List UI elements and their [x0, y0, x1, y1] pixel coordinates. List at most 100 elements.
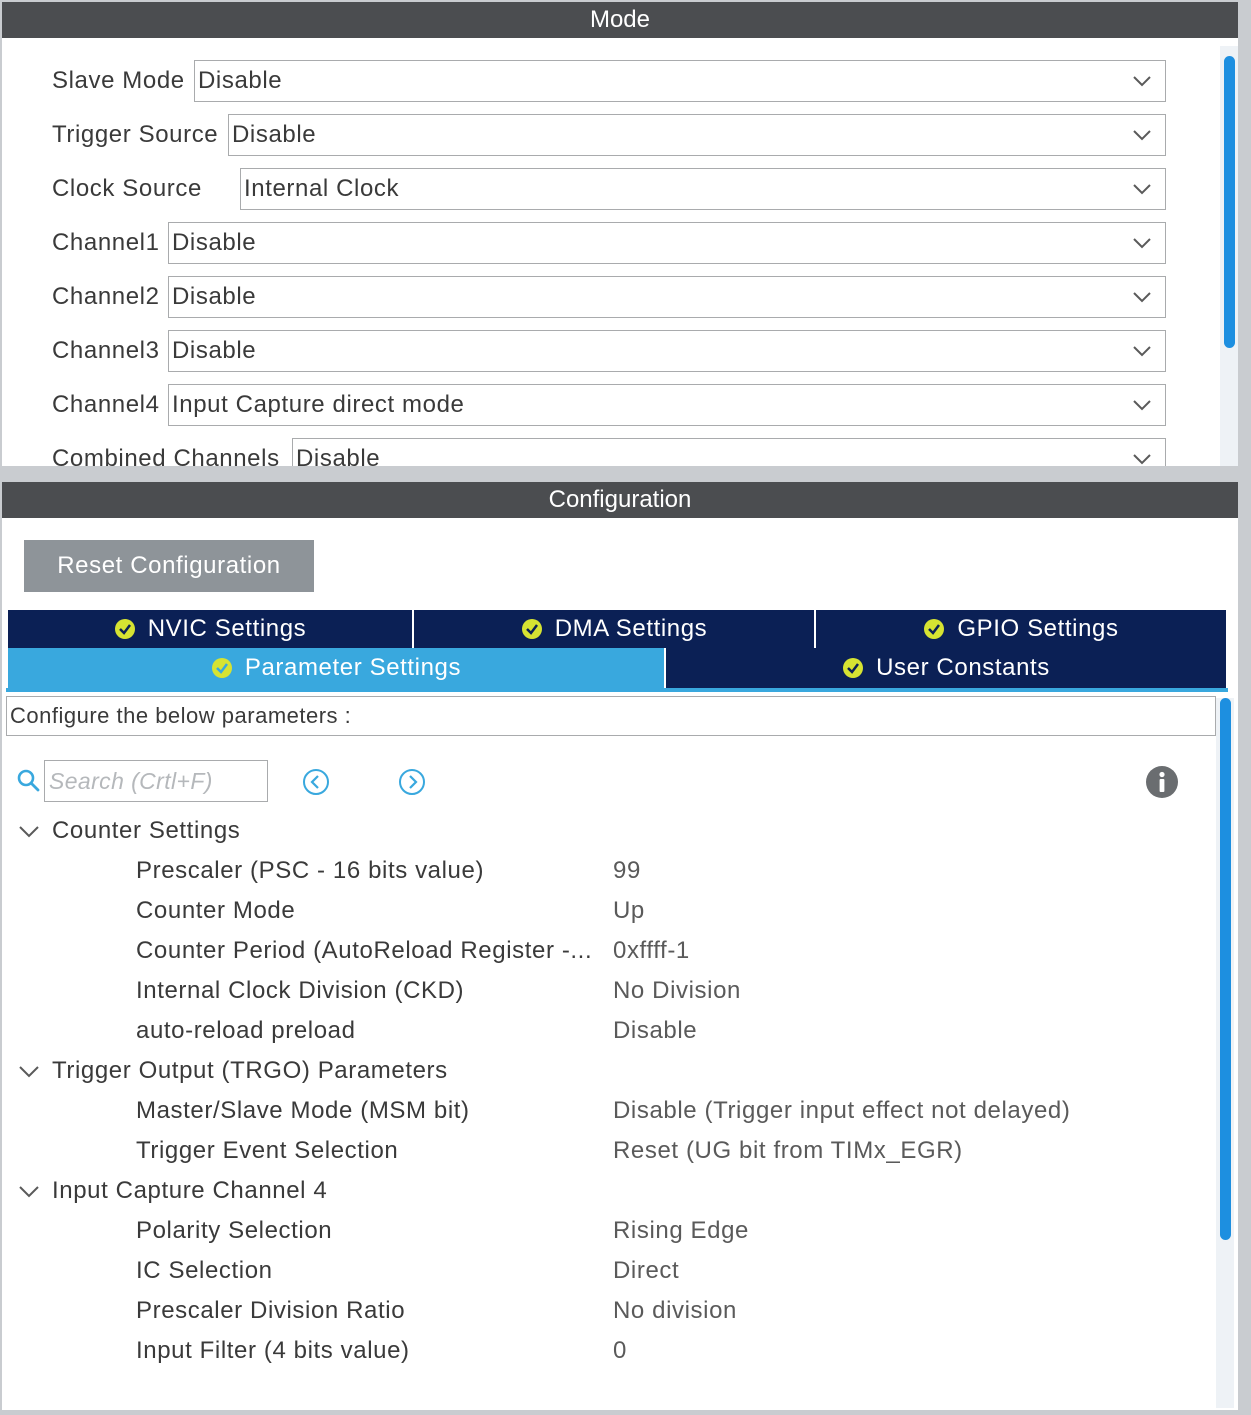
combined-channels-select[interactable]: Disable — [292, 438, 1166, 466]
search-input[interactable]: Search (Crtl+F) — [44, 760, 268, 802]
param-value-polarity[interactable]: Rising Edge — [613, 1213, 749, 1249]
chevron-down-icon — [1133, 292, 1151, 303]
param-name: Counter Period (AutoReload Register -... — [136, 937, 593, 964]
mode-panel-header: Mode — [2, 2, 1238, 38]
channel4-select[interactable]: Input Capture direct mode — [168, 384, 1166, 426]
chevron-down-icon[interactable] — [18, 820, 40, 842]
param-value-clock-division[interactable]: No Division — [613, 973, 741, 1009]
tab-user-constants-label: User Constants — [876, 654, 1050, 681]
channel2-select[interactable]: Disable — [168, 276, 1166, 318]
param-name: Trigger Event Selection — [136, 1137, 399, 1164]
group-title: Input Capture Channel 4 — [52, 1177, 328, 1204]
param-name: Polarity Selection — [136, 1217, 333, 1244]
param-value-ic-selection[interactable]: Direct — [613, 1253, 679, 1289]
circle-right-icon[interactable] — [398, 768, 426, 796]
circle-left-icon[interactable] — [302, 768, 330, 796]
chevron-down-icon — [1133, 454, 1151, 465]
channel2-label: Channel2 — [52, 283, 160, 310]
check-circle-icon — [843, 658, 864, 678]
tab-gpio-settings[interactable]: GPIO Settings — [816, 610, 1226, 648]
chevron-down-icon[interactable] — [18, 1180, 40, 1202]
param-value-counter-mode[interactable]: Up — [613, 893, 645, 929]
app-window: Mode Slave Mode Disable Trigger Source D… — [0, 0, 1251, 1415]
mode-scrollbar[interactable] — [1220, 46, 1238, 466]
param-name: Counter Mode — [136, 897, 296, 924]
info-icon[interactable] — [1146, 766, 1178, 798]
clock-source-label: Clock Source — [52, 175, 202, 202]
tab-parameter-settings[interactable]: Parameter Settings — [8, 648, 664, 688]
chevron-down-icon[interactable] — [18, 1060, 40, 1082]
mode-panel: Slave Mode Disable Trigger Source Disabl… — [2, 38, 1238, 466]
clock-source-row: Clock Source Internal Clock — [52, 168, 1166, 210]
channel1-select[interactable]: Disable — [168, 222, 1166, 264]
config-panel-title: Configuration — [548, 486, 692, 513]
search-placeholder: Search (Crtl+F) — [49, 767, 213, 794]
slave-mode-value: Disable — [198, 67, 283, 94]
param-name: IC Selection — [136, 1257, 273, 1284]
param-name: Prescaler (PSC - 16 bits value) — [136, 857, 485, 884]
channel4-value: Input Capture direct mode — [172, 391, 465, 418]
channel3-value: Disable — [172, 337, 257, 364]
tab-gpio-label: GPIO Settings — [957, 615, 1119, 642]
group-title: Counter Settings — [52, 817, 241, 844]
param-value-trigger-event[interactable]: Reset (UG bit from TIMx_EGR) — [613, 1133, 963, 1169]
group-title: Trigger Output (TRGO) Parameters — [52, 1057, 448, 1084]
tab-dma-settings[interactable]: DMA Settings — [414, 610, 814, 648]
chevron-down-icon — [1133, 238, 1151, 249]
clock-source-value: Internal Clock — [244, 175, 400, 202]
check-circle-icon — [211, 658, 232, 678]
description-text: Configure the below parameters : — [10, 703, 352, 728]
combined-channels-value: Disable — [296, 445, 381, 466]
param-value-counter-period[interactable]: 0xffff-1 — [613, 933, 690, 969]
channel2-value: Disable — [172, 283, 257, 310]
tab-parameter-label: Parameter Settings — [244, 654, 462, 681]
slave-mode-label: Slave Mode — [52, 67, 185, 94]
slave-mode-select[interactable]: Disable — [194, 60, 1166, 102]
chevron-down-icon — [1133, 184, 1151, 195]
search-icon[interactable] — [16, 768, 40, 792]
tab-nvic-settings[interactable]: NVIC Settings — [8, 610, 412, 648]
tab-user-constants[interactable]: User Constants — [666, 648, 1226, 688]
param-value-prescaler[interactable]: 99 — [613, 853, 641, 889]
config-panel: Reset Configuration NVIC Settings DMA Se… — [2, 518, 1238, 1410]
tabs-underline — [6, 688, 1228, 692]
trigger-source-label: Trigger Source — [52, 121, 219, 148]
param-value-msm[interactable]: Disable (Trigger input effect not delaye… — [613, 1093, 1070, 1129]
trigger-source-value: Disable — [232, 121, 317, 148]
channel1-value: Disable — [172, 229, 257, 256]
channel3-select[interactable]: Disable — [168, 330, 1166, 372]
param-value-prescaler-ratio[interactable]: No division — [613, 1293, 737, 1329]
channel1-label: Channel1 — [52, 229, 160, 256]
mode-panel-title: Mode — [589, 6, 651, 33]
param-value-input-filter[interactable]: 0 — [613, 1333, 627, 1369]
param-name: Master/Slave Mode (MSM bit) — [136, 1097, 470, 1124]
chevron-down-icon — [1133, 346, 1151, 357]
reset-configuration-button[interactable]: Reset Configuration — [24, 540, 314, 592]
channel4-label: Channel4 — [52, 391, 160, 418]
group-input-capture-ch4[interactable]: Input Capture Channel 4 — [18, 1173, 327, 1209]
chevron-down-icon — [1133, 130, 1151, 141]
tab-nvic-label: NVIC Settings — [147, 615, 307, 642]
param-value-auto-reload[interactable]: Disable — [613, 1013, 697, 1049]
channel3-row: Channel3 Disable — [52, 330, 1166, 372]
chevron-down-icon — [1133, 400, 1151, 411]
mode-scrollbar-thumb[interactable] — [1224, 56, 1235, 348]
config-scrollbar[interactable] — [1216, 698, 1234, 1408]
chevron-down-icon — [1133, 76, 1151, 87]
param-name: Input Filter (4 bits value) — [136, 1337, 410, 1364]
config-panel-header: Configuration — [2, 482, 1238, 518]
combined-channels-row: Combined Channels Disable — [52, 438, 1166, 466]
clock-source-select[interactable]: Internal Clock — [240, 168, 1166, 210]
param-name: Prescaler Division Ratio — [136, 1297, 406, 1324]
config-scrollbar-thumb[interactable] — [1220, 698, 1231, 1240]
channel4-row: Channel4 Input Capture direct mode — [52, 384, 1166, 426]
check-circle-icon — [924, 619, 945, 639]
channel1-row: Channel1 Disable — [52, 222, 1166, 264]
tab-dma-label: DMA Settings — [554, 615, 708, 642]
check-circle-icon — [114, 619, 135, 639]
group-counter-settings[interactable]: Counter Settings — [18, 813, 240, 849]
combined-channels-label: Combined Channels — [52, 445, 280, 466]
trigger-source-select[interactable]: Disable — [228, 114, 1166, 156]
group-trigger-output[interactable]: Trigger Output (TRGO) Parameters — [18, 1053, 448, 1089]
check-circle-icon — [521, 619, 542, 639]
